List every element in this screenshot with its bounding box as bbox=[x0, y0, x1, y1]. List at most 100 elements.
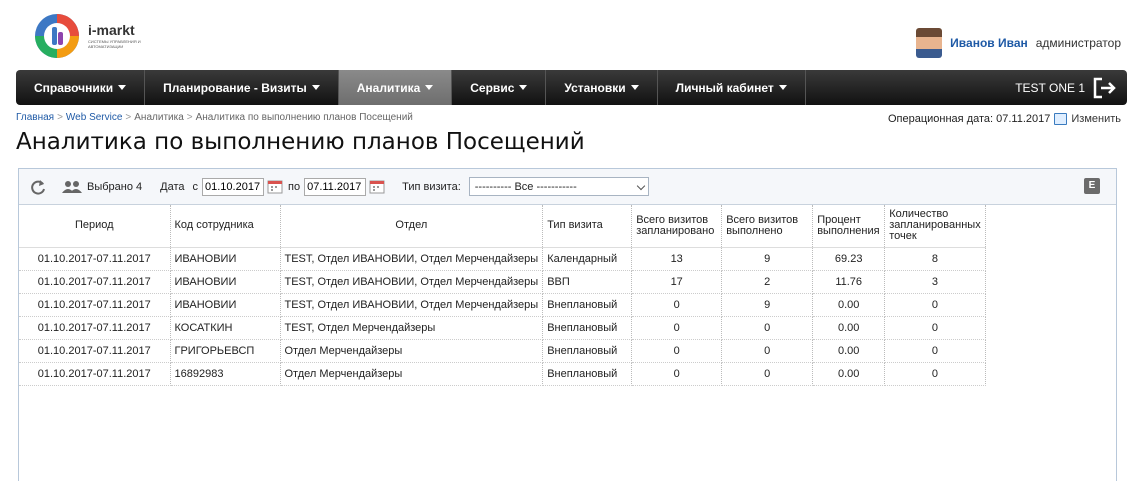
nav-label: Планирование - Визиты bbox=[163, 80, 307, 95]
col-planned-points[interactable]: Количество запланированных точек bbox=[884, 205, 986, 248]
col-period[interactable]: Период bbox=[19, 205, 171, 248]
col-completed-visits[interactable]: Всего визитов выполнено bbox=[721, 205, 814, 248]
breadcrumb-web-service[interactable]: Web Service bbox=[66, 112, 123, 123]
date-from-label: с bbox=[192, 180, 199, 193]
users-icon bbox=[62, 180, 82, 193]
caret-down-icon bbox=[630, 85, 639, 90]
logout-icon[interactable] bbox=[1093, 77, 1117, 99]
cell-visit-type: ВВП bbox=[542, 270, 633, 294]
brand-name: i-markt bbox=[88, 22, 135, 38]
cell-completion-percent: 0.00 bbox=[812, 362, 886, 386]
table-row[interactable]: 01.10.2017-07.11.2017 ИВАНОВИИ TEST, Отдел… bbox=[19, 293, 986, 317]
calendar-icon[interactable] bbox=[1054, 113, 1068, 125]
caret-down-icon bbox=[425, 85, 434, 90]
change-date-link[interactable]: Изменить bbox=[1071, 113, 1121, 125]
operational-date-label: Операционная дата: 07.11.2017 bbox=[887, 113, 1051, 125]
logo[interactable]: i-markt СИСТЕМЫ УПРАВЛЕНИЯ И АВТОМАТИЗАЦ… bbox=[30, 8, 160, 62]
calendar-icon[interactable] bbox=[369, 179, 385, 194]
cell-period: 01.10.2017-07.11.2017 bbox=[19, 247, 171, 271]
cell-department: TEST, Отдел ИВАНОВИИ, Отдел Мерчендайзер… bbox=[280, 270, 544, 294]
cell-planned-visits: 0 bbox=[631, 339, 723, 363]
user-role: администратор bbox=[1035, 36, 1121, 50]
table-body: 01.10.2017-07.11.2017 ИВАНОВИИ TEST, Отдел… bbox=[19, 247, 986, 386]
cell-employee-code: КОСАТКИН bbox=[170, 316, 281, 340]
user-name-link[interactable]: Иванов Иван bbox=[950, 36, 1028, 50]
table-row[interactable]: 01.10.2017-07.11.2017 ГРИГОРЬЕВСП Отдел Ме… bbox=[19, 339, 986, 363]
cell-employee-code: 16892983 bbox=[170, 362, 281, 386]
table-header-row: Период Код сотрудника Отдел Тип визита В… bbox=[19, 205, 986, 248]
cell-employee-code: ГРИГОРЬЕВСП bbox=[170, 339, 281, 363]
visit-type-value: ---------- Все ----------- bbox=[474, 180, 577, 193]
cell-completed-visits: 9 bbox=[721, 247, 814, 271]
col-completion-percent[interactable]: Процент выполнения bbox=[812, 205, 886, 248]
caret-down-icon bbox=[519, 85, 528, 90]
table-row[interactable]: 01.10.2017-07.11.2017 КОСАТКИН TEST, Отдел… bbox=[19, 316, 986, 340]
refresh-icon[interactable] bbox=[29, 178, 47, 196]
page-title: Аналитика по выполнению планов Посещений bbox=[16, 129, 585, 155]
caret-down-icon bbox=[778, 85, 787, 90]
breadcrumb: Главная > Web Service > Аналитика > Аналитика … bbox=[16, 112, 413, 123]
cell-department: Отдел Мерчендайзеры bbox=[280, 339, 544, 363]
table-row[interactable]: 01.10.2017-07.11.2017 ИВАНОВИИ TEST, Отдел… bbox=[19, 247, 986, 271]
cell-completion-percent: 69.23 bbox=[812, 247, 886, 271]
visit-type-label: Тип визита: bbox=[402, 180, 461, 193]
nav-personal-cabinet[interactable]: Личный кабинет bbox=[658, 70, 806, 105]
cell-period: 01.10.2017-07.11.2017 bbox=[19, 362, 171, 386]
nav-analytics[interactable]: Аналитика bbox=[338, 70, 453, 105]
table-row[interactable]: 01.10.2017-07.11.2017 16892983 Отдел Мерче… bbox=[19, 362, 986, 386]
report-toolbar: Выбрано 4 Дата с по Тип визита: --------… bbox=[19, 169, 1116, 205]
main-navbar: Справочники Планирование - Визиты Аналит… bbox=[16, 70, 1127, 105]
date-to-input[interactable] bbox=[304, 177, 367, 196]
date-from-input[interactable] bbox=[202, 177, 265, 196]
breadcrumb-separator: > bbox=[186, 112, 193, 123]
user-block: Иванов Иван администратор bbox=[916, 28, 1121, 58]
cell-completion-percent: 0.00 bbox=[812, 339, 886, 363]
cell-visit-type: Внеплановый bbox=[542, 339, 633, 363]
nav-label: Справочники bbox=[34, 80, 114, 95]
cell-planned-visits: 0 bbox=[631, 293, 723, 317]
cell-completion-percent: 0.00 bbox=[812, 293, 886, 317]
avatar bbox=[916, 28, 943, 58]
breadcrumb-home[interactable]: Главная bbox=[16, 112, 54, 123]
breadcrumb-separator: > bbox=[125, 112, 132, 123]
nav-directories[interactable]: Справочники bbox=[16, 70, 146, 105]
col-employee-code[interactable]: Код сотрудника bbox=[170, 205, 281, 248]
cell-completed-visits: 9 bbox=[721, 293, 814, 317]
cell-planned-visits: 17 bbox=[631, 270, 723, 294]
nav-label: Сервис bbox=[470, 80, 515, 95]
col-planned-visits[interactable]: Всего визитов запланировано bbox=[631, 205, 723, 248]
cell-completion-percent: 0.00 bbox=[812, 316, 886, 340]
cell-planned-points: 8 bbox=[884, 247, 986, 271]
cell-planned-visits: 13 bbox=[631, 247, 723, 271]
cell-planned-points: 3 bbox=[884, 270, 986, 294]
nav-planning-visits[interactable]: Планирование - Визиты bbox=[145, 70, 339, 105]
cell-planned-points: 0 bbox=[884, 362, 986, 386]
account-area: TEST ONE 1 bbox=[1015, 70, 1127, 105]
cell-visit-type: Внеплановый bbox=[542, 316, 633, 340]
cell-period: 01.10.2017-07.11.2017 bbox=[19, 316, 171, 340]
calendar-icon[interactable] bbox=[267, 179, 283, 194]
cell-planned-points: 0 bbox=[884, 339, 986, 363]
cell-planned-visits: 0 bbox=[631, 362, 723, 386]
cell-employee-code: ИВАНОВИИ bbox=[170, 247, 281, 271]
date-label: Дата bbox=[160, 180, 185, 193]
analytics-table: Период Код сотрудника Отдел Тип визита В… bbox=[19, 205, 986, 386]
selected-employees[interactable]: Выбрано 4 bbox=[61, 180, 142, 194]
nav-settings[interactable]: Установки bbox=[546, 70, 658, 105]
nav-label: Личный кабинет bbox=[675, 80, 774, 95]
cell-employee-code: ИВАНОВИИ bbox=[170, 270, 281, 294]
nav-label: Аналитика bbox=[356, 80, 421, 95]
nav-label: Установки bbox=[564, 80, 626, 95]
account-name[interactable]: TEST ONE 1 bbox=[1015, 81, 1085, 95]
visit-type-select[interactable]: ---------- Все ----------- bbox=[468, 177, 649, 196]
caret-down-icon bbox=[118, 85, 127, 90]
table-row[interactable]: 01.10.2017-07.11.2017 ИВАНОВИИ TEST, Отдел… bbox=[19, 270, 986, 294]
col-department[interactable]: Отдел bbox=[280, 205, 544, 248]
report-panel: Выбрано 4 Дата с по Тип визита: --------… bbox=[18, 168, 1117, 481]
cell-department: TEST, Отдел ИВАНОВИИ, Отдел Мерчендайзер… bbox=[280, 293, 544, 317]
excel-export-button[interactable]: E bbox=[1084, 178, 1100, 194]
col-visit-type[interactable]: Тип визита bbox=[542, 205, 633, 248]
nav-service[interactable]: Сервис bbox=[452, 70, 547, 105]
selected-count: Выбрано 4 bbox=[87, 180, 143, 193]
date-to-label: по bbox=[288, 180, 301, 193]
